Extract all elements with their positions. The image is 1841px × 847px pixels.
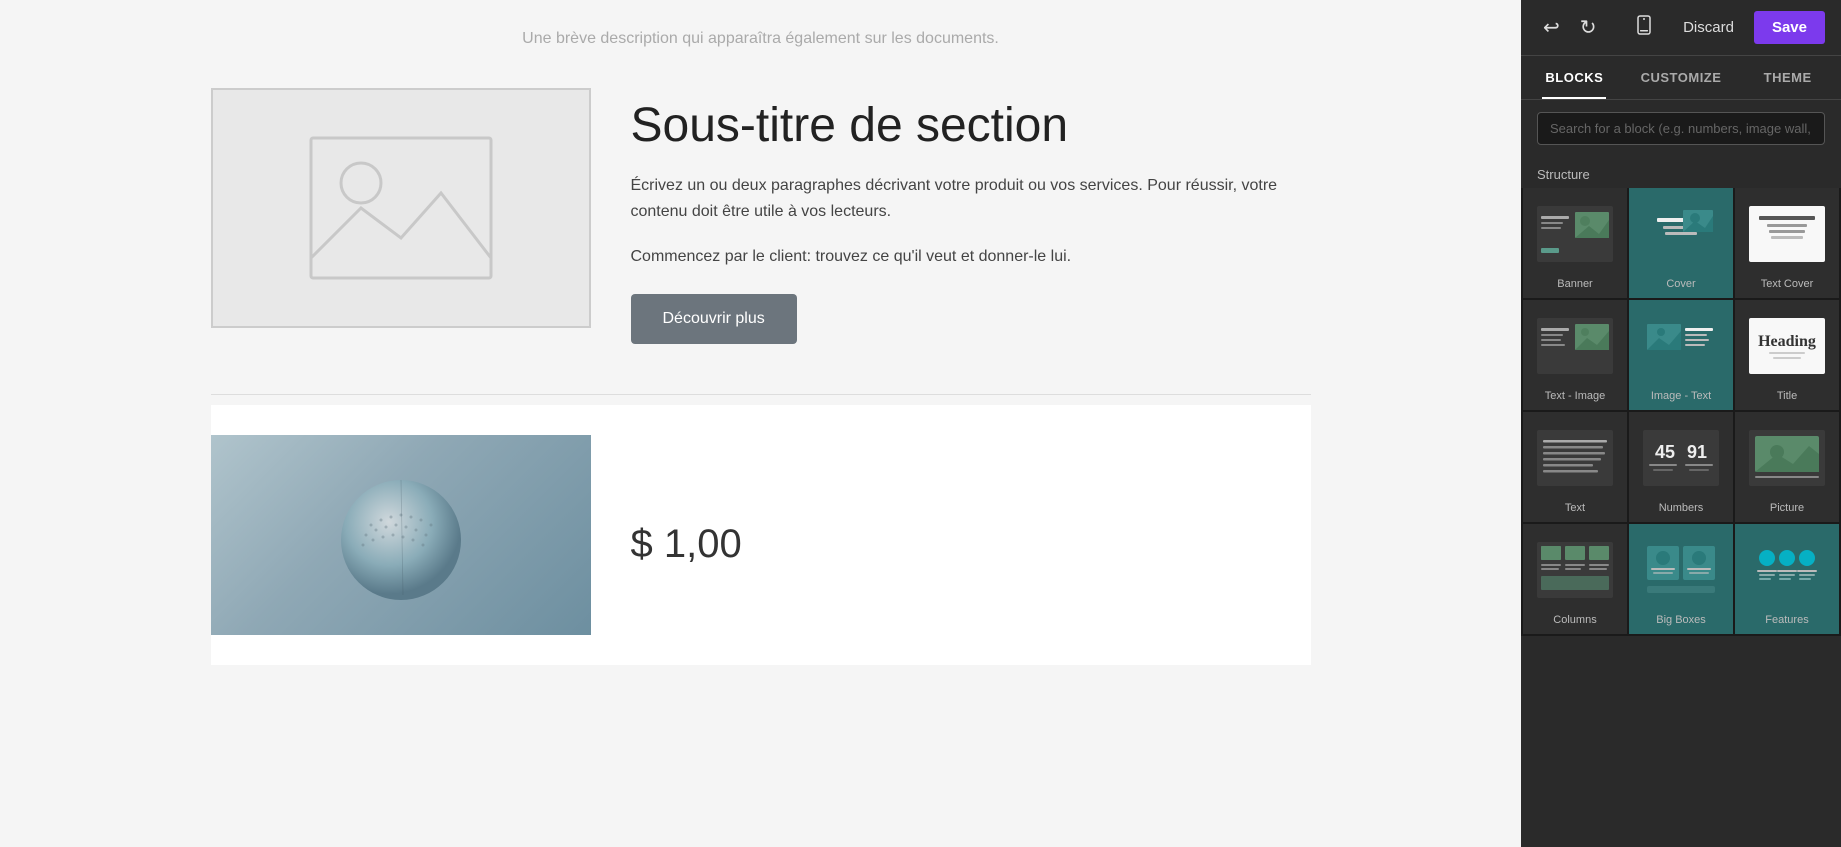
section-body2: Commencez par le client: trouvez ce qu'i…	[631, 244, 1311, 270]
block-text-image[interactable]: Text - Image	[1523, 300, 1627, 410]
block-picture[interactable]: Picture	[1735, 412, 1839, 522]
save-button[interactable]: Save	[1754, 11, 1825, 44]
discover-button[interactable]: Découvrir plus	[631, 294, 797, 344]
cover-label: Cover	[1666, 278, 1695, 290]
structure-label: Structure	[1521, 157, 1841, 188]
block-banner[interactable]: Banner	[1523, 188, 1627, 298]
price-text: $ 1,00	[631, 522, 742, 567]
text-cover-label: Text Cover	[1761, 278, 1814, 290]
sphere-container	[211, 435, 591, 635]
big-boxes-preview	[1641, 532, 1721, 608]
sphere-icon	[321, 465, 481, 625]
block-big-boxes[interactable]: Big Boxes	[1629, 524, 1733, 634]
sidebar-search	[1521, 100, 1841, 157]
title-label: Title	[1777, 390, 1797, 402]
tab-blocks[interactable]: BLOCKS	[1521, 56, 1628, 99]
search-input[interactable]	[1537, 112, 1825, 145]
blocks-grid: Banner Cover	[1521, 188, 1841, 636]
tab-theme[interactable]: THEME	[1734, 56, 1841, 99]
svg-text:45: 45	[1655, 442, 1675, 462]
main-content: Une brève description qui apparaîtra éga…	[0, 0, 1521, 847]
picture-label: Picture	[1770, 502, 1804, 514]
columns-preview	[1535, 532, 1615, 608]
picture-preview	[1747, 420, 1827, 496]
block-image-text[interactable]: Image - Text	[1629, 300, 1733, 410]
block-numbers[interactable]: 45 91 Numbers	[1629, 412, 1733, 522]
numbers-preview: 45 91	[1641, 420, 1721, 496]
block-features[interactable]: Features	[1735, 524, 1839, 634]
big-boxes-label: Big Boxes	[1656, 614, 1706, 626]
svg-text:Heading: Heading	[1758, 333, 1816, 350]
divider	[211, 394, 1311, 395]
placeholder-image-icon	[301, 128, 501, 288]
device-icon[interactable]	[1629, 8, 1663, 48]
discard-button[interactable]: Discard	[1671, 13, 1746, 42]
description-text: Une brève description qui apparaîtra éga…	[211, 20, 1311, 48]
block-cover[interactable]: Cover	[1629, 188, 1733, 298]
svg-text:91: 91	[1687, 442, 1707, 462]
numbers-label: Numbers	[1659, 502, 1704, 514]
section-subtitle: Sous-titre de section	[631, 98, 1311, 153]
block-text-cover[interactable]: Text Cover	[1735, 188, 1839, 298]
product-block: $ 1,00	[211, 405, 1311, 665]
columns-label: Columns	[1553, 614, 1596, 626]
toolbar: ↩ ↻ Discard Save	[1521, 0, 1841, 56]
text-cover-preview	[1747, 196, 1827, 272]
banner-label: Banner	[1557, 278, 1592, 290]
image-text-label: Image - Text	[1651, 390, 1711, 402]
image-text-preview	[1641, 308, 1721, 384]
product-info: $ 1,00	[631, 502, 742, 567]
text-preview	[1535, 420, 1615, 496]
image-text-block: Sous-titre de section Écrivez un ou deux…	[211, 88, 1311, 354]
section-body1: Écrivez un ou deux paragraphes décrivant…	[631, 173, 1311, 224]
sidebar-tabs: BLOCKS CUSTOMIZE THEME	[1521, 56, 1841, 100]
features-label: Features	[1765, 614, 1808, 626]
text-image-label: Text - Image	[1545, 390, 1606, 402]
banner-preview	[1535, 196, 1615, 272]
block-columns[interactable]: Columns	[1523, 524, 1627, 634]
text-image-preview	[1535, 308, 1615, 384]
cover-preview	[1641, 196, 1721, 272]
sidebar: ↩ ↻ Discard Save BLOCKS CUSTOMIZE THEME …	[1521, 0, 1841, 847]
tab-customize[interactable]: CUSTOMIZE	[1628, 56, 1735, 99]
title-preview: Heading	[1747, 308, 1827, 384]
text-content-block: Sous-titre de section Écrivez un ou deux…	[631, 88, 1311, 354]
block-text[interactable]: Text	[1523, 412, 1627, 522]
product-image	[211, 435, 591, 635]
undo-icon[interactable]: ↩	[1537, 9, 1566, 46]
redo-icon[interactable]: ↻	[1574, 9, 1603, 46]
features-preview	[1747, 532, 1827, 608]
block-title[interactable]: Heading Title	[1735, 300, 1839, 410]
placeholder-image	[211, 88, 591, 328]
text-label: Text	[1565, 502, 1585, 514]
